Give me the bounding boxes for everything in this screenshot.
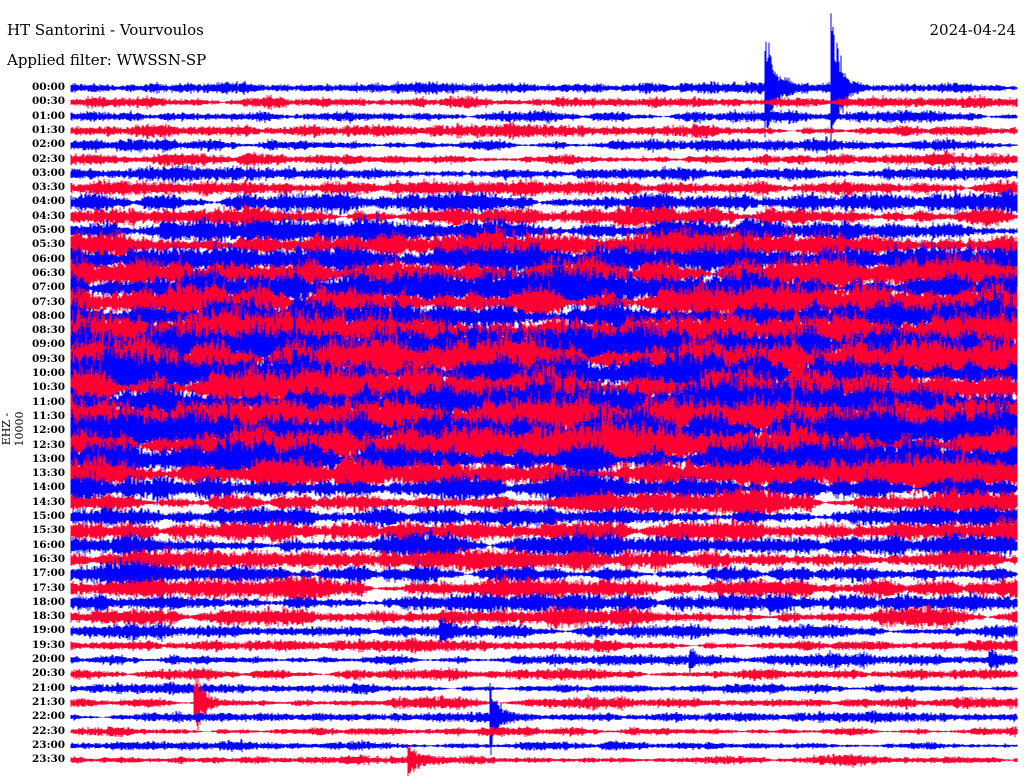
helicorder-plot (70, 13, 1018, 776)
trace-0200 (70, 136, 1018, 154)
trace-0330 (70, 176, 1018, 199)
trace-0130 (70, 121, 1018, 140)
trace-2230 (70, 725, 1018, 738)
trace-0300 (70, 164, 1018, 184)
trace-2330 (70, 745, 1018, 776)
trace-0230 (70, 151, 1018, 168)
trace-2300 (70, 738, 1018, 753)
trace-1930 (70, 637, 1018, 654)
trace-2000 (70, 648, 1018, 675)
trace-0100 (70, 109, 1018, 125)
trace-2100 (70, 681, 1018, 696)
trace-0030 (70, 94, 1018, 110)
trace-2030 (70, 667, 1018, 682)
